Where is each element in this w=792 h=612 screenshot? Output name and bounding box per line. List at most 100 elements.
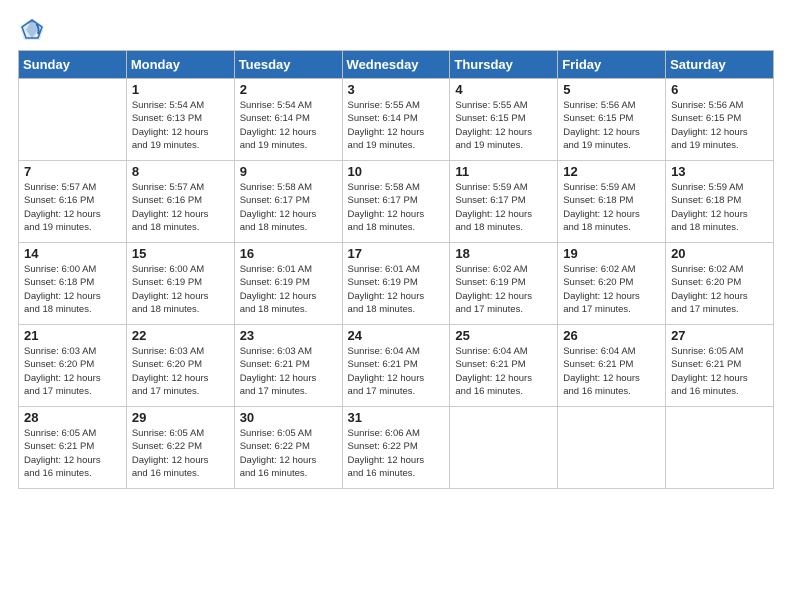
calendar-cell: 4 Sunrise: 5:55 AM Sunset: 6:15 PM Daylig… (450, 79, 558, 161)
calendar-cell (666, 407, 774, 489)
day-number: 11 (455, 164, 552, 179)
calendar-cell: 20 Sunrise: 6:02 AM Sunset: 6:20 PM Dayli… (666, 243, 774, 325)
calendar-cell: 21 Sunrise: 6:03 AM Sunset: 6:20 PM Dayli… (19, 325, 127, 407)
calendar-cell: 22 Sunrise: 6:03 AM Sunset: 6:20 PM Dayli… (126, 325, 234, 407)
weekday-header-sunday: Sunday (19, 51, 127, 79)
calendar-cell: 15 Sunrise: 6:00 AM Sunset: 6:19 PM Dayli… (126, 243, 234, 325)
day-info: Sunrise: 6:02 AM Sunset: 6:19 PM Dayligh… (455, 263, 552, 316)
weekday-header-saturday: Saturday (666, 51, 774, 79)
day-info: Sunrise: 6:04 AM Sunset: 6:21 PM Dayligh… (563, 345, 660, 398)
day-info: Sunrise: 5:58 AM Sunset: 6:17 PM Dayligh… (240, 181, 337, 234)
day-info: Sunrise: 5:54 AM Sunset: 6:13 PM Dayligh… (132, 99, 229, 152)
day-info: Sunrise: 6:03 AM Sunset: 6:21 PM Dayligh… (240, 345, 337, 398)
day-number: 5 (563, 82, 660, 97)
calendar-table: SundayMondayTuesdayWednesdayThursdayFrid… (18, 50, 774, 489)
calendar-cell: 6 Sunrise: 5:56 AM Sunset: 6:15 PM Daylig… (666, 79, 774, 161)
day-number: 27 (671, 328, 768, 343)
day-number: 28 (24, 410, 121, 425)
day-number: 21 (24, 328, 121, 343)
day-number: 6 (671, 82, 768, 97)
logo-icon (18, 16, 46, 44)
day-number: 8 (132, 164, 229, 179)
day-info: Sunrise: 5:56 AM Sunset: 6:15 PM Dayligh… (563, 99, 660, 152)
day-info: Sunrise: 5:59 AM Sunset: 6:18 PM Dayligh… (563, 181, 660, 234)
calendar-cell: 19Sunrise: 6:02 AM Sunset: 6:20 PM Dayli… (558, 243, 666, 325)
weekday-header-friday: Friday (558, 51, 666, 79)
weekday-header-monday: Monday (126, 51, 234, 79)
day-number: 17 (348, 246, 445, 261)
day-number: 23 (240, 328, 337, 343)
calendar-cell: 1Sunrise: 5:54 AM Sunset: 6:13 PM Daylig… (126, 79, 234, 161)
day-number: 15 (132, 246, 229, 261)
day-info: Sunrise: 6:04 AM Sunset: 6:21 PM Dayligh… (455, 345, 552, 398)
day-number: 26 (563, 328, 660, 343)
day-info: Sunrise: 5:55 AM Sunset: 6:15 PM Dayligh… (455, 99, 552, 152)
calendar-week-row: 14 Sunrise: 6:00 AM Sunset: 6:18 PM Dayli… (19, 243, 774, 325)
day-number: 25 (455, 328, 552, 343)
day-info: Sunrise: 6:03 AM Sunset: 6:20 PM Dayligh… (132, 345, 229, 398)
calendar-cell: 24Sunrise: 6:04 AM Sunset: 6:21 PM Dayli… (342, 325, 450, 407)
day-info: Sunrise: 6:02 AM Sunset: 6:20 PM Dayligh… (563, 263, 660, 316)
day-info: Sunrise: 6:04 AM Sunset: 6:21 PM Dayligh… (348, 345, 445, 398)
weekday-header-tuesday: Tuesday (234, 51, 342, 79)
day-info: Sunrise: 5:57 AM Sunset: 6:16 PM Dayligh… (24, 181, 121, 234)
calendar-cell: 25 Sunrise: 6:04 AM Sunset: 6:21 PM Dayli… (450, 325, 558, 407)
calendar-week-row: 21 Sunrise: 6:03 AM Sunset: 6:20 PM Dayli… (19, 325, 774, 407)
day-info: Sunrise: 6:05 AM Sunset: 6:22 PM Dayligh… (240, 427, 337, 480)
day-number: 13 (671, 164, 768, 179)
weekday-header-wednesday: Wednesday (342, 51, 450, 79)
calendar-cell: 17 Sunrise: 6:01 AM Sunset: 6:19 PM Dayli… (342, 243, 450, 325)
day-number: 18 (455, 246, 552, 261)
calendar-cell (450, 407, 558, 489)
calendar-cell: 14 Sunrise: 6:00 AM Sunset: 6:18 PM Dayli… (19, 243, 127, 325)
day-info: Sunrise: 6:05 AM Sunset: 6:21 PM Dayligh… (24, 427, 121, 480)
day-number: 7 (24, 164, 121, 179)
day-number: 3 (348, 82, 445, 97)
day-number: 10 (348, 164, 445, 179)
calendar-cell: 11 Sunrise: 5:59 AM Sunset: 6:17 PM Dayli… (450, 161, 558, 243)
day-info: Sunrise: 5:59 AM Sunset: 6:17 PM Dayligh… (455, 181, 552, 234)
day-info: Sunrise: 6:05 AM Sunset: 6:21 PM Dayligh… (671, 345, 768, 398)
weekday-header-thursday: Thursday (450, 51, 558, 79)
day-info: Sunrise: 5:55 AM Sunset: 6:14 PM Dayligh… (348, 99, 445, 152)
day-number: 4 (455, 82, 552, 97)
weekday-header-row: SundayMondayTuesdayWednesdayThursdayFrid… (19, 51, 774, 79)
day-number: 20 (671, 246, 768, 261)
day-info: Sunrise: 6:01 AM Sunset: 6:19 PM Dayligh… (240, 263, 337, 316)
calendar-cell: 23 Sunrise: 6:03 AM Sunset: 6:21 PM Dayli… (234, 325, 342, 407)
calendar-week-row: 7 Sunrise: 5:57 AM Sunset: 6:16 PM Daylig… (19, 161, 774, 243)
day-info: Sunrise: 6:03 AM Sunset: 6:20 PM Dayligh… (24, 345, 121, 398)
calendar-cell: 26 Sunrise: 6:04 AM Sunset: 6:21 PM Dayli… (558, 325, 666, 407)
day-info: Sunrise: 6:02 AM Sunset: 6:20 PM Dayligh… (671, 263, 768, 316)
calendar-cell: 7 Sunrise: 5:57 AM Sunset: 6:16 PM Daylig… (19, 161, 127, 243)
calendar-cell (558, 407, 666, 489)
calendar-cell: 12Sunrise: 5:59 AM Sunset: 6:18 PM Dayli… (558, 161, 666, 243)
page: SundayMondayTuesdayWednesdayThursdayFrid… (0, 0, 792, 612)
calendar-cell: 27 Sunrise: 6:05 AM Sunset: 6:21 PM Dayli… (666, 325, 774, 407)
day-info: Sunrise: 5:56 AM Sunset: 6:15 PM Dayligh… (671, 99, 768, 152)
calendar-cell: 18 Sunrise: 6:02 AM Sunset: 6:19 PM Dayli… (450, 243, 558, 325)
calendar-cell (19, 79, 127, 161)
calendar-cell: 28 Sunrise: 6:05 AM Sunset: 6:21 PM Dayli… (19, 407, 127, 489)
calendar-cell: 10 Sunrise: 5:58 AM Sunset: 6:17 PM Dayli… (342, 161, 450, 243)
day-info: Sunrise: 6:01 AM Sunset: 6:19 PM Dayligh… (348, 263, 445, 316)
calendar-cell: 31 Sunrise: 6:06 AM Sunset: 6:22 PM Dayli… (342, 407, 450, 489)
day-info: Sunrise: 6:00 AM Sunset: 6:18 PM Dayligh… (24, 263, 121, 316)
calendar-cell: 3 Sunrise: 5:55 AM Sunset: 6:14 PM Daylig… (342, 79, 450, 161)
day-number: 14 (24, 246, 121, 261)
day-info: Sunrise: 6:06 AM Sunset: 6:22 PM Dayligh… (348, 427, 445, 480)
day-info: Sunrise: 5:59 AM Sunset: 6:18 PM Dayligh… (671, 181, 768, 234)
calendar-cell: 13 Sunrise: 5:59 AM Sunset: 6:18 PM Dayli… (666, 161, 774, 243)
calendar-week-row: 1Sunrise: 5:54 AM Sunset: 6:13 PM Daylig… (19, 79, 774, 161)
day-number: 31 (348, 410, 445, 425)
day-info: Sunrise: 5:58 AM Sunset: 6:17 PM Dayligh… (348, 181, 445, 234)
day-info: Sunrise: 6:00 AM Sunset: 6:19 PM Dayligh… (132, 263, 229, 316)
day-number: 16 (240, 246, 337, 261)
header (18, 10, 774, 44)
day-number: 30 (240, 410, 337, 425)
day-number: 22 (132, 328, 229, 343)
calendar-cell: 30 Sunrise: 6:05 AM Sunset: 6:22 PM Dayli… (234, 407, 342, 489)
day-number: 2 (240, 82, 337, 97)
day-info: Sunrise: 5:54 AM Sunset: 6:14 PM Dayligh… (240, 99, 337, 152)
day-info: Sunrise: 5:57 AM Sunset: 6:16 PM Dayligh… (132, 181, 229, 234)
